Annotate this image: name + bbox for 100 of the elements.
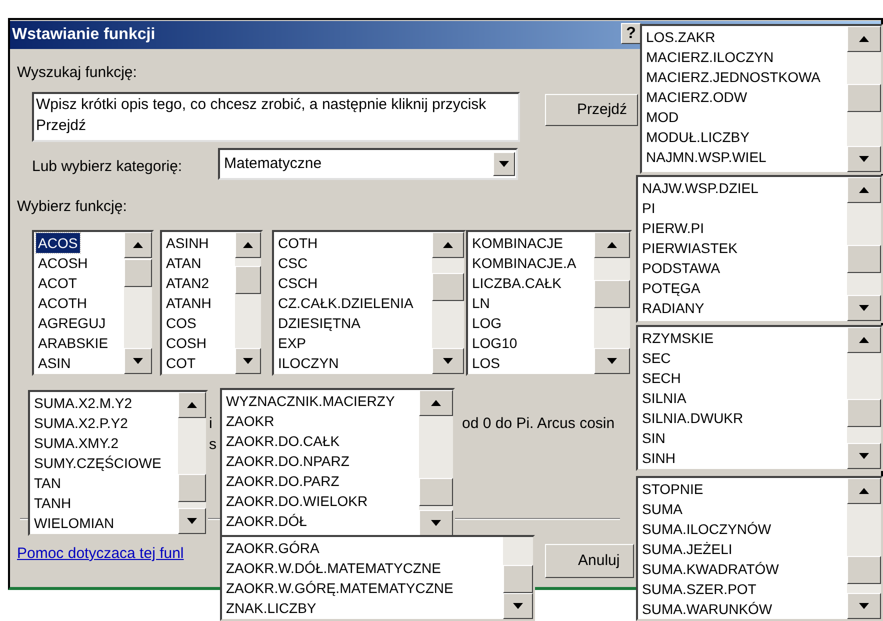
function-list[interactable]: COTH CSC CSCH CZ.CAŁK.DZIELENIA DZIESIĘTNA EXP ILOCZYN: [272, 230, 466, 376]
function-item[interactable]: ZAOKR.GÓRA: [224, 538, 322, 558]
scrollbar[interactable]: [594, 232, 630, 374]
function-item[interactable]: SINH: [640, 448, 678, 468]
function-item[interactable]: POTĘGA: [640, 278, 702, 298]
function-item[interactable]: COTH: [276, 233, 320, 253]
function-item[interactable]: MOD: [644, 107, 681, 127]
category-dropdown[interactable]: Matematyczne: [218, 148, 518, 180]
function-list[interactable]: SUMA.X2.M.Y2 SUMA.X2.P.Y2 SUMA.XMY.2 SUMY.CZĘŚCIOWE TAN TANH WIELOMIAN: [28, 390, 208, 536]
function-item[interactable]: SECH: [640, 368, 683, 388]
function-list[interactable]: RZYMSKIE SEC SECH SILNIA SILNIA.DWUKR SIN SINH: [636, 325, 883, 471]
scroll-down-button[interactable]: [847, 593, 881, 619]
function-item[interactable]: MACIERZ.ODW: [644, 87, 750, 107]
cancel-button[interactable]: Anuluj: [545, 544, 634, 578]
function-item[interactable]: ACOTH: [36, 293, 89, 313]
scroll-up-button[interactable]: [178, 392, 206, 418]
function-item[interactable]: COSH: [164, 333, 208, 353]
function-item[interactable]: SUMA.WARUNKÓW: [640, 599, 774, 619]
scroll-thumb[interactable]: [847, 84, 881, 112]
function-item[interactable]: EXP: [276, 333, 308, 353]
scrollbar[interactable]: [847, 327, 881, 469]
scrollbar[interactable]: [178, 392, 206, 534]
scroll-thumb[interactable]: [235, 266, 261, 294]
function-item[interactable]: ARABSKIE: [36, 333, 110, 353]
function-item[interactable]: AGREGUJ: [36, 313, 108, 333]
scroll-up-button[interactable]: [847, 26, 881, 52]
function-list[interactable]: LOS.ZAKR MACIERZ.ILOCZYN MACIERZ.JEDNOSTKOWA MACIERZ.ODW MOD MODUŁ.LICZBY NAJMN.WSP.WIEL: [640, 24, 883, 174]
function-item[interactable]: LN: [470, 293, 492, 313]
function-item[interactable]: SUMA.X2.M.Y2: [32, 393, 134, 413]
function-item[interactable]: LOG: [470, 313, 504, 333]
scroll-down-button[interactable]: [178, 508, 206, 534]
scroll-down-button[interactable]: [124, 348, 152, 374]
function-item[interactable]: SEC: [640, 348, 673, 368]
scrollbar[interactable]: [847, 26, 881, 172]
function-item[interactable]: ACOS: [36, 233, 80, 253]
function-list[interactable]: STOPNIE SUMA SUMA.ILOCZYNÓW SUMA.JEŻELI SUMA.KWADRATÓW SUMA.SZER.POT SUMA.WARUNKÓW: [636, 476, 883, 621]
scroll-up-button[interactable]: [847, 327, 881, 353]
function-item[interactable]: SUMY.CZĘŚCIOWE: [32, 453, 164, 473]
scroll-thumb[interactable]: [847, 556, 881, 584]
function-item[interactable]: TANH: [32, 493, 74, 513]
function-list[interactable]: ACOS ACOSH ACOT ACOTH AGREGUJ ARABSKIE ASIN: [32, 230, 154, 376]
function-item[interactable]: SUMA.ILOCZYNÓW: [640, 519, 774, 539]
scroll-thumb[interactable]: [419, 478, 453, 506]
scroll-down-button[interactable]: [503, 593, 533, 619]
function-item[interactable]: ACOSH: [36, 253, 90, 273]
function-item[interactable]: CSCH: [276, 273, 320, 293]
scroll-up-button[interactable]: [594, 232, 630, 258]
scrollbar[interactable]: [419, 390, 453, 536]
scroll-thumb[interactable]: [847, 245, 881, 273]
function-item[interactable]: SILNIA.DWUKR: [640, 408, 746, 428]
scrollbar[interactable]: [847, 478, 881, 619]
function-item[interactable]: SUMA.XMY.2: [32, 433, 121, 453]
function-item[interactable]: WYZNACZNIK.MACIERZY: [224, 391, 397, 411]
function-item[interactable]: ZAOKR.W.DÓŁ.MATEMATYCZNE: [224, 558, 443, 578]
function-item[interactable]: RADIANY: [640, 298, 706, 318]
function-item[interactable]: MACIERZ.JEDNOSTKOWA: [644, 67, 822, 87]
function-item[interactable]: PIERWIASTEK: [640, 238, 740, 258]
scrollbar[interactable]: [503, 537, 533, 619]
function-list[interactable]: KOMBINACJE KOMBINACJE.A LICZBA.CAŁK LN LOG LOG10 LOS: [466, 230, 632, 376]
function-item[interactable]: SUMA.KWADRATÓW: [640, 559, 781, 579]
help-link[interactable]: Pomoc dotyczaca tej funl: [17, 543, 184, 566]
scroll-thumb[interactable]: [503, 565, 533, 593]
function-list[interactable]: WYZNACZNIK.MACIERZY ZAOKR ZAOKR.DO.CAŁK ZAOKR.DO.NPARZ ZAOKR.DO.PARZ ZAOKR.DO.WIELOKR ZAOKR.DÓŁ: [220, 388, 455, 538]
function-list[interactable]: ASINH ATAN ATAN2 ATANH COS COSH COT: [160, 230, 263, 376]
function-item[interactable]: CSC: [276, 253, 310, 273]
function-item[interactable]: TAN: [32, 473, 63, 493]
scroll-thumb[interactable]: [178, 474, 206, 502]
function-item[interactable]: RZYMSKIE: [640, 328, 716, 348]
function-item[interactable]: SUMA: [640, 499, 684, 519]
help-button[interactable]: ?: [621, 23, 641, 44]
function-item[interactable]: SUMA.SZER.POT: [640, 579, 758, 599]
function-item[interactable]: ILOCZYN: [276, 353, 341, 373]
function-item[interactable]: ZAOKR.DO.PARZ: [224, 471, 342, 491]
function-item[interactable]: ATAN2: [164, 273, 212, 293]
function-item[interactable]: KOMBINACJE: [470, 233, 566, 253]
function-item[interactable]: NAJMN.WSP.WIEL: [644, 147, 768, 167]
function-item[interactable]: WIELOMIAN: [32, 513, 116, 533]
function-list[interactable]: ZAOKR.GÓRA ZAOKR.W.DÓŁ.MATEMATYCZNE ZAOKR.W.GÓRĘ.MATEMATYCZNE ZNAK.LICZBY: [220, 535, 535, 621]
function-item[interactable]: MODUŁ.LICZBY: [644, 127, 752, 147]
go-button[interactable]: Przejdź: [545, 94, 638, 126]
function-item[interactable]: ZAOKR.W.GÓRĘ.MATEMATYCZNE: [224, 578, 456, 598]
function-item[interactable]: STOPNIE: [640, 479, 706, 499]
function-item[interactable]: KOMBINACJE.A: [470, 253, 578, 273]
scroll-thumb[interactable]: [124, 259, 152, 287]
function-item[interactable]: ZAOKR.DO.NPARZ: [224, 451, 352, 471]
scrollbar[interactable]: [847, 177, 881, 321]
search-field[interactable]: Wpisz krótki opis tego, co chcesz zrobić, a następnie kliknij przycisk Przejdź: [32, 92, 520, 142]
function-item[interactable]: DZIESIĘTNA: [276, 313, 362, 333]
function-item[interactable]: ZAOKR.DÓŁ: [224, 511, 309, 531]
function-item[interactable]: MACIERZ.ILOCZYN: [644, 47, 776, 67]
function-item[interactable]: ZAOKR.DO.WIELOKR: [224, 491, 370, 511]
scroll-up-button[interactable]: [124, 232, 152, 258]
function-item[interactable]: SUMA.JEŻELI: [640, 539, 734, 559]
function-item[interactable]: ASINH: [164, 233, 211, 253]
function-item[interactable]: LOG10: [470, 333, 520, 353]
scrollbar[interactable]: [124, 232, 152, 374]
function-item[interactable]: SUMA.X2.P.Y2: [32, 413, 130, 433]
scrollbar[interactable]: [235, 232, 261, 374]
function-item[interactable]: ZNAK.LICZBY: [224, 598, 318, 618]
function-item[interactable]: COS: [164, 313, 198, 333]
